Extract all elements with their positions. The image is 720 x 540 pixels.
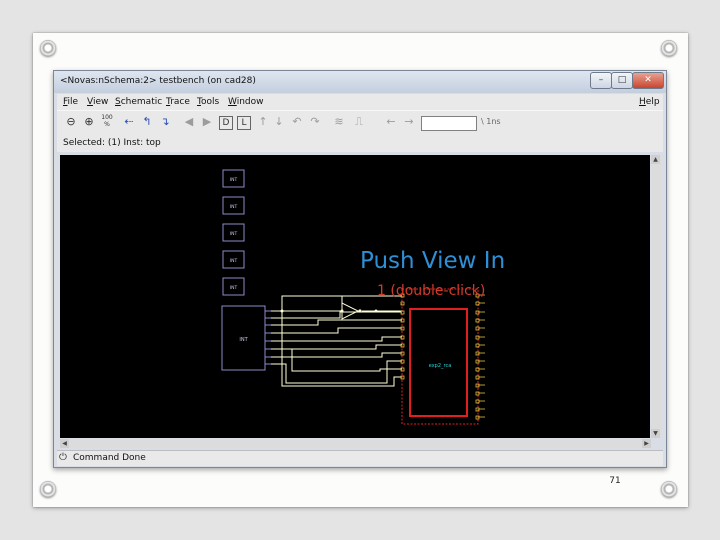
thumbtack-icon <box>661 40 677 56</box>
thumbtack-icon <box>661 481 677 497</box>
page-number: 71 <box>609 476 621 486</box>
module-label: exp2_rca <box>429 363 452 369</box>
int-block-large-label: INT <box>239 337 248 343</box>
title-bar[interactable]: <Novas:nSchema:2> testbench (on cad28) –… <box>54 71 666 93</box>
signal-icon[interactable]: ≋ <box>331 114 347 130</box>
annotation-subtitle: 1 (double-click) <box>377 283 486 299</box>
output-stubs <box>479 294 485 418</box>
scroll-right-icon[interactable]: ▶ <box>642 439 651 448</box>
power-icon[interactable]: ⏻ <box>59 452 67 463</box>
zoom-in-icon[interactable]: ⊕ <box>81 114 97 130</box>
vertical-scrollbar[interactable]: ▲ ▼ <box>651 155 661 438</box>
thumbtack-icon <box>40 481 56 497</box>
selection-status-bar: Selected: (1) Inst: top <box>57 134 663 152</box>
annotation-title: Push View In <box>360 248 506 274</box>
forward-icon[interactable]: → <box>401 114 417 130</box>
maximize-button[interactable]: □ <box>611 72 633 89</box>
thumbtack-icon <box>40 40 56 56</box>
trace-connectivity-icon[interactable]: ↴ <box>157 114 173 130</box>
command-status: Command Done <box>73 453 146 463</box>
move-up-icon[interactable]: ↑ <box>255 114 271 130</box>
int-block[interactable]: INT <box>222 250 245 269</box>
zoom-out-icon[interactable]: ⊖ <box>63 114 79 130</box>
l-icon[interactable]: L <box>237 116 251 130</box>
int-block-label: INT <box>230 204 238 210</box>
menu-view[interactable]: View <box>87 97 108 107</box>
zoom-fit-icon[interactable]: 100 % <box>99 114 115 130</box>
menu-bar: File View Schematic Trace Tools Window H… <box>57 94 663 110</box>
zoom-unit: % <box>104 121 110 128</box>
int-block-label: INT <box>230 258 238 264</box>
d-icon[interactable]: D <box>219 116 233 130</box>
horizontal-scrollbar[interactable]: ◀ ▶ <box>60 439 651 448</box>
undo-icon[interactable]: ↶ <box>289 114 305 130</box>
menu-tools[interactable]: Tools <box>197 97 219 107</box>
menu-file[interactable]: File <box>63 97 78 107</box>
int-block-label: INT <box>230 285 238 291</box>
time-unit-label: \ 1ns <box>481 117 501 126</box>
minimize-button[interactable]: – <box>590 72 612 89</box>
module-exp2-rca[interactable]: exp2_rca <box>400 288 485 425</box>
menu-help[interactable]: Help <box>639 97 660 107</box>
int-block[interactable]: INT <box>222 223 245 242</box>
int-block-label: INT <box>230 231 238 237</box>
waveform-icon[interactable]: ⎍ <box>351 114 367 130</box>
search-input[interactable] <box>421 116 477 131</box>
int-block-label: INT <box>230 177 238 183</box>
close-button[interactable]: ✕ <box>632 72 664 89</box>
int-block[interactable]: INT <box>222 277 245 296</box>
int-block[interactable]: INT <box>222 196 245 215</box>
net-wires <box>271 295 402 387</box>
int-block-large[interactable]: INT <box>221 305 271 371</box>
scroll-left-icon[interactable]: ◀ <box>60 439 69 448</box>
scroll-down-icon[interactable]: ▼ <box>651 429 660 438</box>
command-bar: ⏻ Command Done <box>57 450 663 466</box>
push-in-icon[interactable]: ◀ <box>181 114 197 130</box>
menu-schematic[interactable]: Schematic <box>115 97 162 107</box>
menu-trace[interactable]: Trace <box>166 97 190 107</box>
buffer-gate[interactable] <box>341 302 362 320</box>
schematic-canvas[interactable]: INT INT INT INT INT INT exp2_rca <box>60 155 650 438</box>
move-down-icon[interactable]: ↓ <box>271 114 287 130</box>
scroll-up-icon[interactable]: ▲ <box>651 155 660 164</box>
back-icon[interactable]: ← <box>383 114 399 130</box>
trace-driver-icon[interactable]: ⇠ <box>121 114 137 130</box>
window-title: <Novas:nSchema:2> testbench (on cad28) <box>60 76 256 86</box>
int-block[interactable]: INT <box>222 169 245 188</box>
trace-load-icon[interactable]: ↰ <box>139 114 155 130</box>
menu-window[interactable]: Window <box>228 97 264 107</box>
selection-status: Selected: (1) Inst: top <box>63 138 161 148</box>
redo-icon[interactable]: ↷ <box>307 114 323 130</box>
toolbar: ⊖ ⊕ 100 % ⇠ ↰ ↴ ◀ ▶ D L ↑ ↓ ↶ ↷ ≋ ⎍ ← → … <box>57 110 663 136</box>
pop-out-icon[interactable]: ▶ <box>199 114 215 130</box>
zoom-level: 100 <box>101 114 113 121</box>
